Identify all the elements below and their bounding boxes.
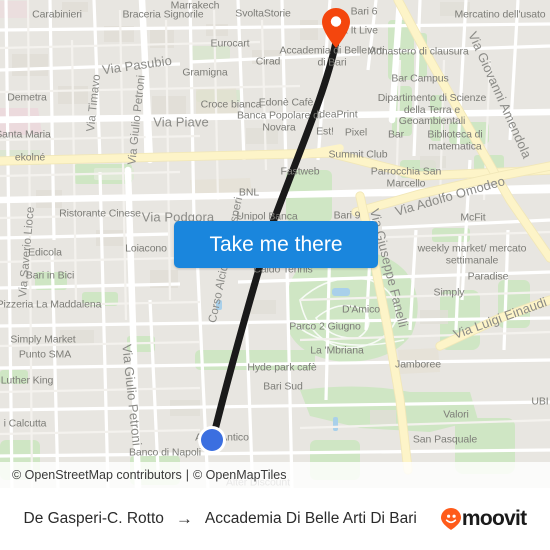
moovit-wordmark: moovit — [461, 507, 527, 530]
openmaptiles-attribution-link[interactable]: © OpenMapTiles — [193, 468, 287, 482]
footer-destination-name: Accademia Di Belle Arti Di Bari — [204, 510, 417, 527]
moovit-map-screen: .road { stroke:#ffffff; fill:none; strok… — [0, 0, 550, 550]
attribution-separator: | — [185, 468, 189, 482]
moovit-pin-icon — [440, 508, 461, 530]
take-me-there-label: Take me there — [209, 232, 343, 256]
footer-origin-name: De Gasperi-C. Rotto — [23, 510, 164, 527]
take-me-there-button[interactable]: Take me there — [174, 221, 378, 268]
map-canvas[interactable]: .road { stroke:#ffffff; fill:none; strok… — [0, 0, 550, 488]
osm-attribution-link[interactable]: © OpenStreetMap contributors — [12, 468, 182, 482]
trip-footer: De Gasperi-C. Rotto → Accademia Di Belle… — [0, 488, 550, 550]
origin-marker-location-dot-icon[interactable] — [197, 425, 227, 455]
moovit-logo[interactable]: moovit — [440, 507, 527, 531]
arrow-right-icon: → — [175, 509, 193, 528]
map-attribution: © OpenStreetMap contributors | © OpenMap… — [0, 462, 550, 488]
destination-marker-pin-icon[interactable] — [322, 8, 350, 48]
